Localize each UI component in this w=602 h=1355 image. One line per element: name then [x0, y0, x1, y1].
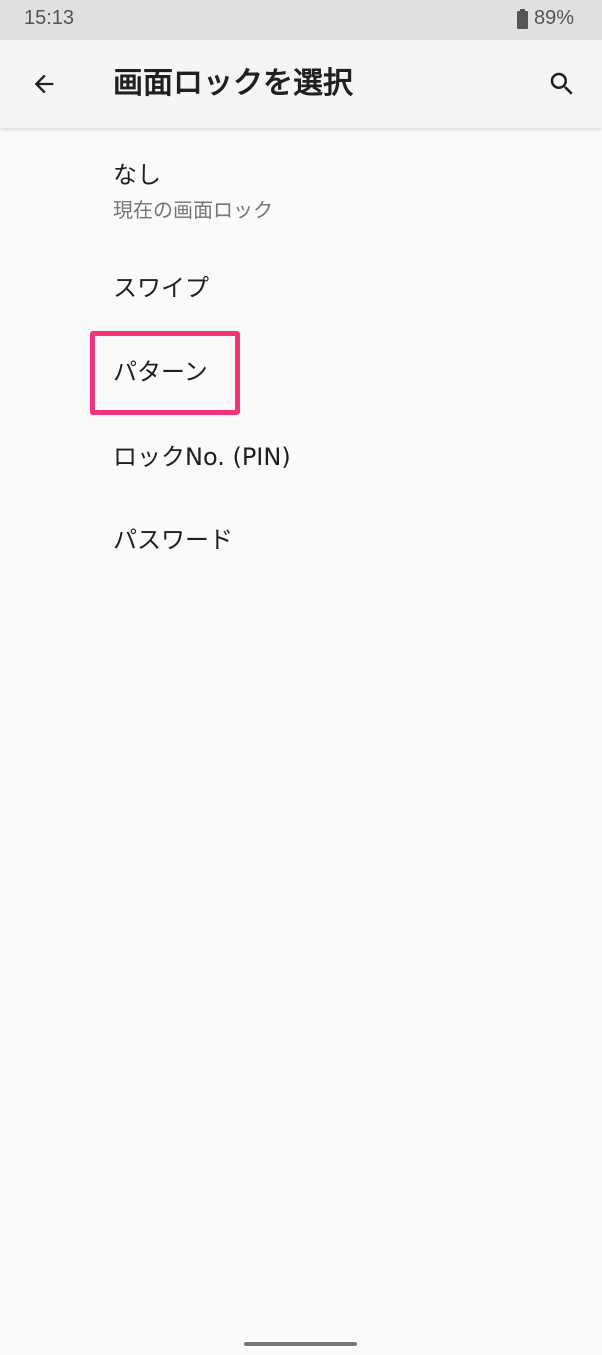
status-indicators: 89%: [516, 7, 574, 30]
status-bar: 15:13 89%: [0, 0, 602, 40]
option-swipe[interactable]: スワイプ: [113, 268, 209, 303]
option-pin[interactable]: ロックNo. (PIN): [113, 437, 291, 472]
app-bar: 画面ロックを選択: [0, 40, 602, 128]
highlight-box: [90, 331, 240, 415]
option-password-label: パスワード: [113, 526, 233, 554]
arrow-back-icon: [34, 74, 54, 94]
option-none[interactable]: なし 現在の画面ロック: [113, 155, 273, 223]
search-button[interactable]: [538, 60, 586, 108]
battery-icon: [516, 8, 528, 29]
status-time: 15:13: [24, 7, 75, 29]
search-icon: [550, 72, 573, 95]
navigation-handle[interactable]: [244, 1342, 357, 1346]
option-password[interactable]: パスワード: [113, 520, 233, 555]
option-none-subtitle: 現在の画面ロック: [113, 198, 273, 222]
back-button[interactable]: [20, 60, 68, 108]
page-title: 画面ロックを選択: [113, 66, 353, 101]
option-none-label: なし: [113, 161, 161, 189]
battery-level: 89%: [533, 7, 574, 29]
option-pin-label: ロックNo. (PIN): [113, 443, 291, 471]
option-swipe-label: スワイプ: [113, 274, 209, 302]
